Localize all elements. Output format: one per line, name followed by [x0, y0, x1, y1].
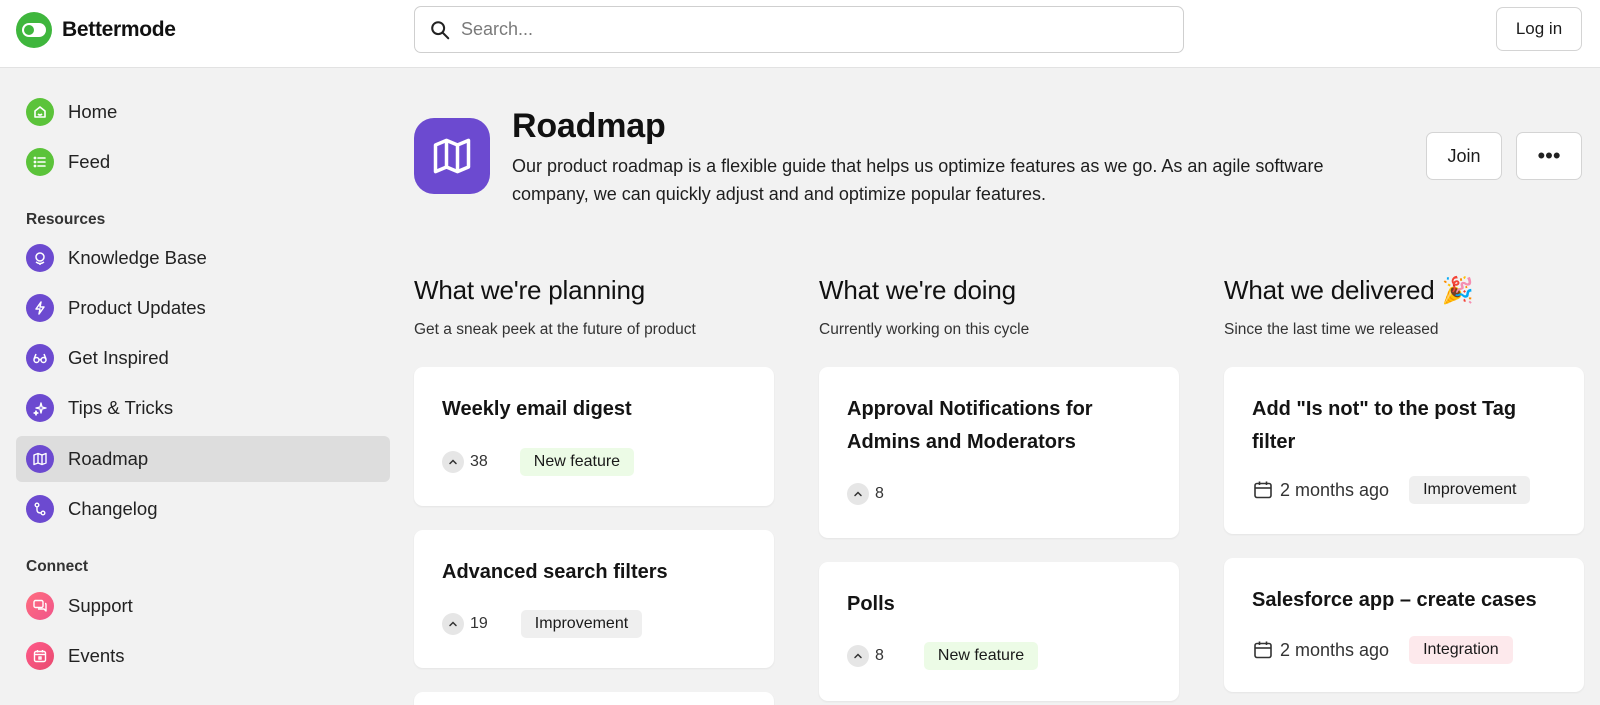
roadmap-card[interactable]: [414, 692, 774, 705]
calendar-icon: [1254, 481, 1272, 499]
sidebar-item-roadmap[interactable]: Roadmap: [16, 436, 390, 482]
more-icon: •••: [1537, 143, 1561, 168]
tag-badge[interactable]: Integration: [1409, 636, 1513, 664]
sidebar-item-label: Tips & Tricks: [68, 397, 174, 418]
sidebar-item-label: Product Updates: [68, 297, 206, 318]
home-icon: [26, 98, 54, 126]
roadmap-card[interactable]: Weekly email digest 38 New feature: [414, 367, 774, 506]
card-title: Salesforce app – create cases: [1252, 589, 1537, 611]
sidebar-item-label: Feed: [68, 151, 111, 172]
sidebar-item-support[interactable]: Support: [16, 583, 390, 629]
card-meta: 8: [847, 480, 884, 508]
card-title: Add "Is not" to the post Tag filter: [1252, 398, 1517, 453]
card-title: Approval Notifications for Admins and Mo…: [847, 398, 1093, 453]
tag-badge[interactable]: New feature: [519, 448, 635, 476]
tag-badge[interactable]: New feature: [923, 642, 1039, 670]
card-meta: 2 months ago Improvement: [1252, 476, 1531, 504]
login-button[interactable]: Log in: [1496, 7, 1582, 51]
sidebar-item-home[interactable]: Home: [16, 89, 390, 135]
upvote-icon[interactable]: [847, 483, 869, 505]
glasses-icon: [26, 344, 54, 372]
upvote-icon[interactable]: [442, 613, 464, 635]
search-bar[interactable]: [414, 6, 1184, 53]
calendar-icon: [26, 642, 54, 670]
sidebar-item-label: Home: [68, 101, 118, 122]
page-title: Roadmap: [512, 107, 666, 145]
card-meta: 19 Improvement: [442, 610, 643, 638]
brand-name: Bettermode: [62, 18, 176, 41]
sidebar-item-label: Support: [68, 595, 133, 616]
section-label-connect: Connect: [26, 558, 88, 575]
tag-badge[interactable]: Improvement: [520, 610, 643, 638]
roadmap-card[interactable]: Polls 8 New feature: [819, 562, 1179, 701]
chat-icon: [26, 592, 54, 620]
sidebar-item-label: Events: [68, 645, 125, 666]
page-description: Our product roadmap is a flexible guide …: [512, 156, 1324, 204]
sidebar-item-knowledge-base[interactable]: Knowledge Base: [16, 235, 390, 281]
card-title: Weekly email digest: [442, 398, 632, 420]
sidebar-item-events[interactable]: Events: [16, 633, 390, 679]
join-button[interactable]: Join: [1426, 132, 1502, 180]
roadmap-space-icon: [414, 118, 490, 194]
card-date: 2 months ago: [1280, 639, 1390, 660]
sparkle-icon: [26, 394, 54, 422]
roadmap-card[interactable]: Salesforce app – create cases 2 months a…: [1224, 558, 1584, 692]
upvote-icon[interactable]: [442, 451, 464, 473]
branch-icon: [26, 495, 54, 523]
card-date: 2 months ago: [1280, 479, 1390, 500]
vote-count: 8: [875, 485, 884, 502]
sidebar: Home Feed Resources Knowledge Base Produ…: [0, 68, 400, 705]
sidebar-item-product-updates[interactable]: Product Updates: [16, 285, 390, 331]
brand-link[interactable]: Bettermode: [16, 12, 176, 48]
roadmap-card[interactable]: Advanced search filters 19 Improvement: [414, 530, 774, 668]
sidebar-item-label: Roadmap: [68, 448, 149, 469]
column-title: What we're planning: [414, 275, 645, 305]
more-options-button[interactable]: •••: [1516, 132, 1582, 180]
upvote-icon[interactable]: [847, 645, 869, 667]
sidebar-item-changelog[interactable]: Changelog: [16, 486, 390, 532]
top-bar: Bettermode Log in: [0, 0, 1600, 68]
card-meta: 38 New feature: [442, 448, 635, 476]
sidebar-item-feed[interactable]: Feed: [16, 139, 390, 185]
lightning-icon: [26, 294, 54, 322]
column-subtitle: Since the last time we released: [1224, 321, 1439, 338]
sidebar-item-get-inspired[interactable]: Get Inspired: [16, 335, 390, 381]
roadmap-card[interactable]: Add "Is not" to the post Tag filter 2 mo…: [1224, 367, 1584, 534]
sidebar-item-label: Knowledge Base: [68, 247, 207, 268]
card-title: Polls: [847, 593, 895, 615]
vote-count: 8: [875, 647, 884, 664]
sidebar-item-tips-tricks[interactable]: Tips & Tricks: [16, 385, 390, 431]
column-title: What we're doing: [819, 275, 1016, 305]
card-title: Advanced search filters: [442, 561, 668, 583]
bettermode-logo-icon: [16, 12, 52, 48]
globe-icon: [26, 244, 54, 272]
column-subtitle: Get a sneak peek at the future of produc…: [414, 321, 696, 338]
vote-count: 19: [470, 615, 488, 632]
column-doing: What we're doing Currently working on th…: [819, 268, 1179, 701]
column-title: What we delivered 🎉: [1224, 275, 1474, 305]
card-meta: 2 months ago Integration: [1252, 636, 1513, 664]
sidebar-item-label: Changelog: [68, 498, 158, 519]
vote-count: 38: [470, 453, 488, 470]
list-icon: [26, 148, 54, 176]
map-icon: [26, 445, 54, 473]
card-meta: 8 New feature: [847, 642, 1039, 670]
column-subtitle: Currently working on this cycle: [819, 321, 1030, 338]
section-label-resources: Resources: [26, 211, 106, 228]
sidebar-item-label: Get Inspired: [68, 347, 169, 368]
search-icon: [431, 20, 450, 39]
calendar-icon: [1254, 641, 1272, 659]
tag-badge[interactable]: Improvement: [1409, 476, 1531, 504]
search-input[interactable]: [461, 19, 1161, 40]
roadmap-card[interactable]: Approval Notifications for Admins and Mo…: [819, 367, 1179, 538]
column-delivered: What we delivered 🎉 Since the last time …: [1224, 268, 1584, 692]
column-planning: What we're planning Get a sneak peek at …: [414, 268, 774, 705]
